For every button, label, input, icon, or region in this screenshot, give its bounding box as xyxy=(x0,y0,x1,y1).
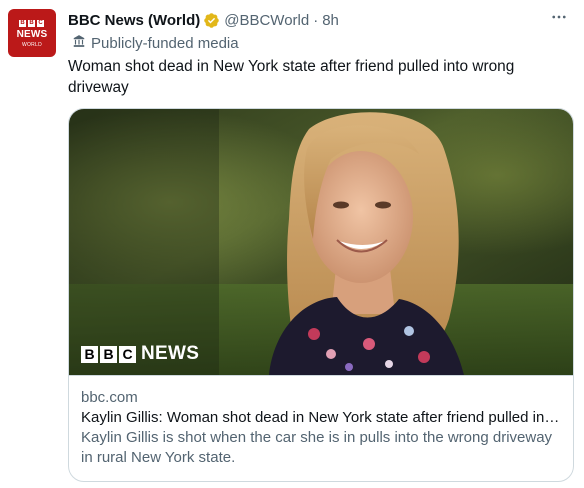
author-handle[interactable]: @BBCWorld xyxy=(224,12,309,29)
author-avatar[interactable]: B B C NEWS WORLD xyxy=(8,9,56,57)
bbc-logo-letter: B xyxy=(81,345,98,363)
gold-verified-badge-icon[interactable] xyxy=(203,12,220,29)
avatar-letter: B xyxy=(19,20,26,27)
avatar-news-word: NEWS xyxy=(16,29,48,40)
bbc-news-logo: B B C NEWS xyxy=(81,343,199,365)
avatar-world-word: WORLD xyxy=(21,42,43,48)
avatar-letter: C xyxy=(37,20,44,27)
media-label[interactable]: Publicly-funded media xyxy=(72,33,239,53)
card-title: Kaylin Gillis: Woman shot dead in New Yo… xyxy=(81,409,561,426)
card-domain: bbc.com xyxy=(81,389,138,406)
more-options-icon[interactable] xyxy=(548,6,570,28)
tweet: B B C NEWS WORLD BBC News (World) @BBCWo… xyxy=(0,0,584,488)
separator-dot: · xyxy=(313,11,319,29)
media-label-text: Publicly-funded media xyxy=(91,34,239,52)
card-image[interactable]: B B C NEWS xyxy=(69,109,573,375)
bbc-logo-letter: B xyxy=(100,345,117,363)
tweet-timestamp[interactable]: 8h xyxy=(322,12,339,29)
tweet-header: BBC News (World) @BBCWorld · 8h xyxy=(68,10,339,30)
avatar-bbc-letters: B B C xyxy=(19,20,44,27)
tweet-text: Woman shot dead in New York state after … xyxy=(68,58,515,96)
bbc-logo-letter: C xyxy=(119,345,136,363)
bbc-logo-news-word: NEWS xyxy=(141,343,200,364)
author-name[interactable]: BBC News (World) xyxy=(68,12,200,29)
card-description: Kaylin Gillis is shot when the car she i… xyxy=(81,429,553,466)
avatar-letter: B xyxy=(28,20,35,27)
card-meta[interactable]: bbc.com Kaylin Gillis: Woman shot dead i… xyxy=(69,375,573,468)
link-preview-card[interactable]: B B C NEWS bbc.com Kaylin Gillis: Woman … xyxy=(68,108,574,482)
government-building-icon xyxy=(72,34,91,52)
